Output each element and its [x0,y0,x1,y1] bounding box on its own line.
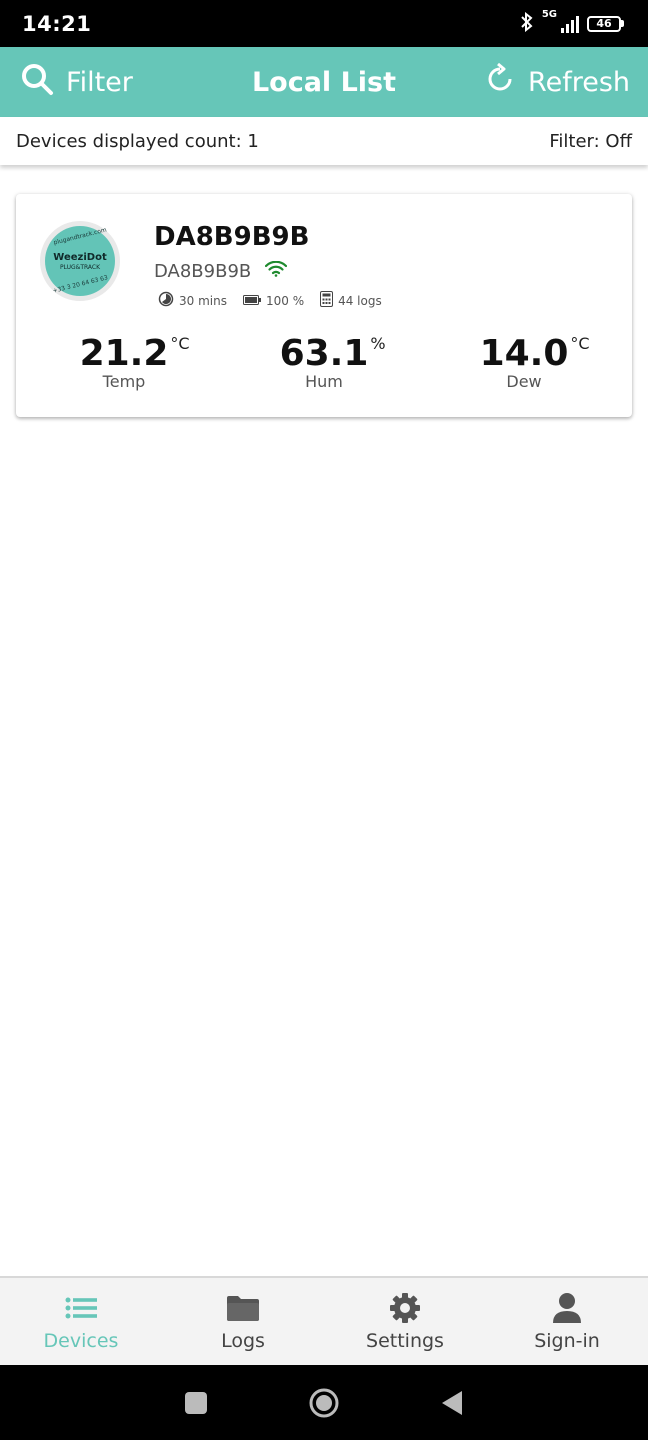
bottom-nav: Devices Logs Settings Sign-in [0,1276,648,1365]
logo-brand: WeeziDot [53,251,107,263]
nav-devices[interactable]: Devices [0,1278,162,1365]
reading-dew: 14.0 °C Dew [444,333,604,392]
interval-info: 30 mins [158,291,227,310]
battery-icon: 46 [587,15,624,32]
nav-label: Logs [221,1329,265,1352]
list-icon [65,1292,97,1324]
list-subheader: Devices displayed count: 1 Filter: Off [0,117,648,165]
reading-label: Hum [305,372,343,391]
device-name: DA8B9B9B [154,222,310,252]
interval-text: 30 mins [179,293,227,308]
reading-humidity: 63.1% Hum [244,333,404,392]
person-icon [552,1292,582,1324]
status-time: 14:21 [22,11,92,36]
device-meta: 30 mins 100 % 44 logs [158,291,382,310]
battery-text: 100 % [265,293,305,308]
signal-icon [561,15,579,33]
logo-sub: PLUG&TRACK [59,263,101,271]
folder-icon [226,1292,260,1324]
logs-info: 44 logs [320,291,382,310]
reading-label: Dew [506,372,542,391]
status-icons: 5G 46 [520,9,624,35]
battery-info: 100 % [242,293,305,308]
filter-label: Filter [66,66,133,98]
back-button[interactable] [440,1390,464,1416]
device-count-text: Devices displayed count: 1 [16,130,259,152]
system-nav-bar [0,1365,648,1440]
battery-small-icon [242,294,261,308]
wifi-icon [265,260,288,282]
nav-label: Settings [366,1329,444,1352]
battery-level: 46 [587,15,621,32]
gear-icon [389,1292,421,1324]
search-icon [20,62,54,103]
recent-apps-button[interactable] [184,1391,208,1415]
reading-value: 21.2 [79,333,169,374]
device-id: DA8B9B9B [154,261,252,282]
refresh-icon [484,62,516,102]
nav-label: Devices [43,1329,119,1352]
refresh-button[interactable]: Refresh [484,62,630,102]
nav-settings[interactable]: Settings [324,1278,486,1365]
reading-value: 63.1 [279,333,369,374]
reading-unit: °C [570,334,590,353]
filter-button[interactable]: Filter [20,62,133,103]
reading-unit: °C [170,334,190,353]
logs-text: 44 logs [338,293,382,308]
reading-temp: 21.2 °C Temp [44,333,204,392]
reading-value: 14.0 [479,333,569,374]
logo-bottom-text: +33 3 20 64 63 63 [51,274,109,295]
filter-status-text: Filter: Off [549,130,632,152]
nav-label: Sign-in [534,1329,600,1352]
nav-logs[interactable]: Logs [162,1278,324,1365]
reading-label: Temp [102,372,146,391]
refresh-label: Refresh [528,66,630,98]
device-subtitle: DA8B9B9B [154,260,288,282]
app-bar: Filter Local List Refresh [0,47,648,117]
device-logo: plugandtrack.com WeeziDot PLUG&TRACK +33… [40,221,120,301]
bluetooth-icon [520,11,534,35]
home-button[interactable] [308,1387,340,1419]
status-bar: 14:21 5G 46 [0,0,648,47]
network-type-label: 5G [541,9,557,20]
device-card[interactable]: plugandtrack.com WeeziDot PLUG&TRACK +33… [16,194,632,417]
calculator-icon [320,291,334,310]
nav-sign-in[interactable]: Sign-in [486,1278,648,1365]
timer-icon [158,291,174,310]
logo-top-text: plugandtrack.com [52,226,108,247]
reading-unit: % [370,334,386,353]
